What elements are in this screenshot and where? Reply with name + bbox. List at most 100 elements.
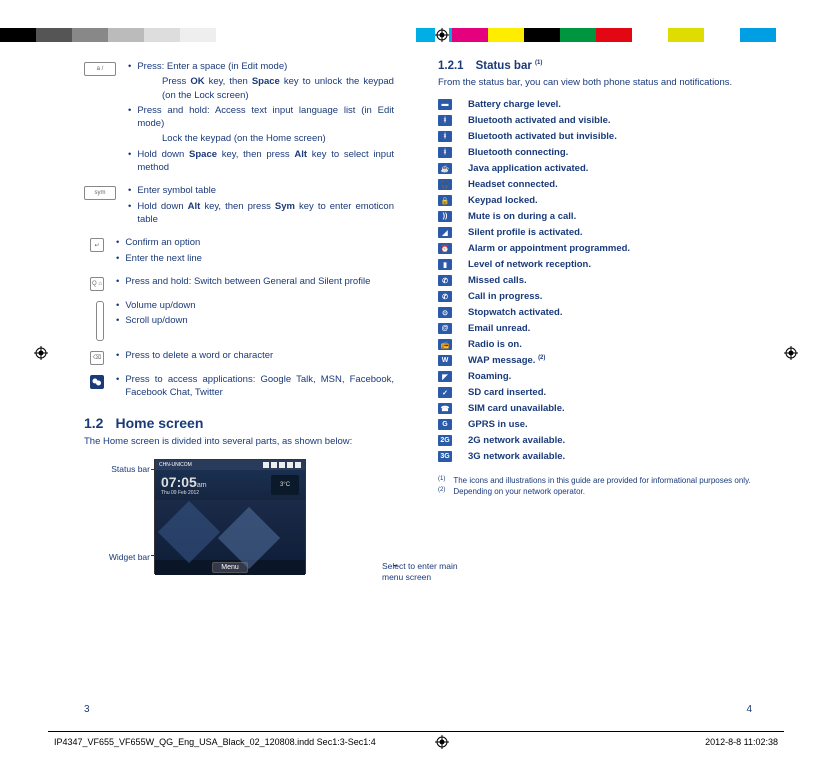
status-row: 3G3G network available. [438, 451, 752, 462]
phone-softkey-bar: Menu [155, 560, 305, 575]
status-label: Keypad locked. [468, 195, 538, 206]
key-icon: ↵ [90, 238, 104, 252]
status-label: Roaming. [468, 371, 511, 382]
status-label: Bluetooth activated and visible. [468, 115, 611, 126]
status-row: ✆Missed calls. [438, 275, 752, 286]
page-content: a / Press: Enter a space (in Edit mode) Pr… [84, 60, 752, 574]
status-icon: ⏰ [438, 243, 452, 254]
footer-filename: IP4347_VF655_VF655W_QG_Eng_USA_Black_02_… [54, 737, 376, 747]
key-row: Volume up/down Scroll up/down [84, 299, 394, 341]
key-row: symEnter symbol tableHold down Alt key, … [84, 184, 394, 228]
footnotes: (1)The icons and illustrations in this g… [438, 476, 752, 497]
status-label: Level of network reception. [468, 259, 591, 270]
footnote: (2)Depending on your network operator. [438, 487, 752, 497]
key-function-item: Press to access applications: Google Tal… [116, 373, 394, 400]
phone-clock-widget: 07:05am Thu 09 Feb 2012 3°C [155, 470, 305, 500]
print-footer: IP4347_VF655_VF655W_QG_Eng_USA_Black_02_… [54, 737, 778, 747]
status-icon: ᚼ [438, 115, 452, 126]
status-row: ☎SIM card unavailable. [438, 403, 752, 414]
status-row: 🎧Headset connected. [438, 179, 752, 190]
status-row: ⏰ Alarm or appointment programmed. [438, 243, 752, 254]
status-row: ✆Call in progress. [438, 291, 752, 302]
key-icon: a / [84, 62, 116, 76]
key-function-list: a / Press: Enter a space (in Edit mode) Pr… [84, 60, 394, 401]
subsection-heading: 1.2.1 Status bar (1) [438, 60, 752, 72]
key-function-item: Press to delete a word or character [116, 349, 394, 362]
footnote: (1)The icons and illustrations in this g… [438, 476, 752, 486]
status-icon: 🔒 [438, 195, 452, 206]
subsection-title: Status bar (1) [476, 60, 543, 72]
phone-screen: CHN-UNICOM 07:05am Thu 09 Feb 2012 3°C M… [154, 459, 306, 574]
status-icon: ✓ [438, 387, 452, 398]
status-icon: 2G [438, 435, 452, 446]
status-icon: 3G [438, 451, 452, 462]
status-row: 🔒 Keypad locked. [438, 195, 752, 206]
key-function-item: Scroll up/down [116, 314, 394, 327]
status-row: 📻Radio is on. [438, 339, 752, 350]
status-icon: )) [438, 211, 452, 222]
status-row: 2G 2G network available. [438, 435, 752, 446]
status-label: Bluetooth connecting. [468, 147, 568, 158]
right-column: 1.2.1 Status bar (1) From the status bar… [438, 60, 752, 574]
status-icon: ▬ [438, 99, 452, 110]
status-icons-list: ▬ Battery charge level. ᚼ Bluetooth activat… [438, 99, 752, 462]
page-number-left: 3 [84, 704, 90, 715]
status-row: ))Mute is on during a call. [438, 211, 752, 222]
phone-wallpaper-area [155, 500, 305, 560]
status-row: ◢Silent profile is activated. [438, 227, 752, 238]
status-icon: G [438, 419, 452, 430]
status-bar-label: Status bar [104, 464, 150, 474]
section-heading: 1.2 Home screen [84, 415, 394, 431]
key-row: ⌫ Press to delete a word or character [84, 349, 394, 365]
key-function-item: Press: Enter a space (in Edit mode) [128, 60, 394, 73]
color-calibration-strip [0, 28, 832, 42]
registration-mark-top [435, 28, 449, 42]
status-row: WWAP message. (2) [438, 355, 752, 366]
status-icon: ◤ [438, 371, 452, 382]
registration-mark-right [784, 346, 798, 360]
key-function-item: Volume up/down [116, 299, 394, 312]
key-icon [90, 375, 104, 389]
subsection-number: 1.2.1 [438, 60, 464, 72]
status-icon: ᚼ [438, 147, 452, 158]
key-function-item: Hold down Space key, then press Alt key … [128, 148, 394, 175]
status-row: ⊙Stopwatch activated. [438, 307, 752, 318]
status-label: SD card inserted. [468, 387, 546, 398]
status-label: Battery charge level. [468, 99, 561, 110]
widget-bar-label: Widget bar [100, 552, 150, 562]
status-icon: ✆ [438, 275, 452, 286]
key-function-item: Enter the next line [116, 252, 394, 265]
status-label: WAP message. (2) [468, 355, 545, 366]
status-icon: ☎ [438, 403, 452, 414]
key-icon: ⌫ [90, 351, 104, 365]
key-row: Q ⌂Press and hold: Switch between Genera… [84, 275, 394, 291]
status-icon: ▮ [438, 259, 452, 270]
key-function-item: Confirm an option [116, 236, 394, 249]
phone-status-bar: CHN-UNICOM [155, 460, 305, 470]
status-label: Alarm or appointment programmed. [468, 243, 630, 254]
status-row: GGPRS in use. [438, 419, 752, 430]
section-number: 1.2 [84, 415, 103, 431]
status-row: ᚼ Bluetooth connecting. [438, 147, 752, 158]
status-row: ▮ Level of network reception. [438, 259, 752, 270]
key-function-subitem: Lock the keypad (on the Home screen) [128, 132, 394, 145]
status-label: 2G network available. [468, 435, 565, 446]
key-row: a / Press: Enter a space (in Edit mode) Pr… [84, 60, 394, 176]
left-column: a / Press: Enter a space (in Edit mode) Pr… [84, 60, 394, 574]
footer-divider [48, 731, 784, 732]
key-row: Press to access applications: Google Tal… [84, 373, 394, 402]
phone-weather-widget: 3°C [271, 475, 299, 495]
key-function-subitem: Press OK key, then Space key to unlock t… [128, 75, 394, 102]
section-title: Home screen [115, 415, 203, 431]
status-icon: ᚼ [438, 131, 452, 142]
status-icon: ⊙ [438, 307, 452, 318]
status-row: ✓ SD card inserted. [438, 387, 752, 398]
status-row: ☕Java application activated. [438, 163, 752, 174]
callout-line [151, 469, 155, 470]
status-label: Call in progress. [468, 291, 542, 302]
phone-screenshot: Status bar Widget bar Select to enter ma… [154, 459, 394, 574]
registration-mark-left [34, 346, 48, 360]
status-label: Silent profile is activated. [468, 227, 583, 238]
key-row: ↵ Confirm an option Enter the next line [84, 236, 394, 267]
key-function-item: Hold down Alt key, then press Sym key to… [128, 200, 394, 227]
